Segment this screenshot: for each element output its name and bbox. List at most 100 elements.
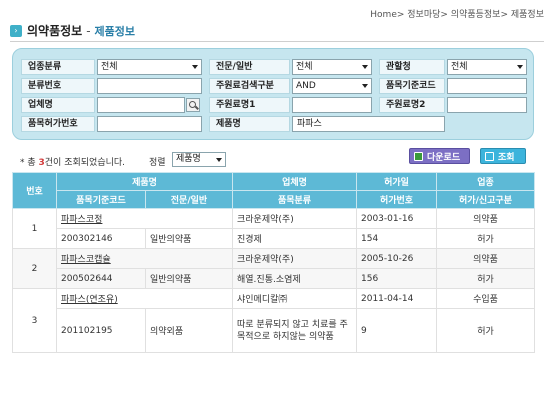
column-header-company: 업체명 <box>232 172 357 191</box>
item-code-input[interactable] <box>447 78 527 94</box>
sort-label: 정렬 <box>149 158 166 168</box>
column-header-rx-otc: 전문/일반 <box>145 190 233 209</box>
search-icon[interactable] <box>186 98 200 112</box>
industry-cell: 의약품 <box>436 208 535 229</box>
product-cell: 파파스(연조유) <box>56 288 233 309</box>
column-header-permit-no: 허가번호 <box>356 190 437 209</box>
table-row: 201102195 의약외품 따로 분류되지 않고 치료를 주목적으로 하지않는… <box>13 308 535 353</box>
date-cell: 2005-10-26 <box>356 248 437 269</box>
download-button-label: 다운로드 <box>427 152 461 163</box>
chevron-down-icon <box>192 65 198 69</box>
class-no-label: 분류번호 <box>21 78 95 94</box>
product-cell: 파파스코캡슐 <box>56 248 233 269</box>
column-header-permit-type: 허가/신고구분 <box>436 190 535 209</box>
page-title: › 의약품정보 - 제품정보 <box>10 22 135 39</box>
item-code-cell: 200302146 <box>56 228 146 249</box>
chevron-right-icon: › <box>10 24 22 37</box>
permit-type-cell: 허가 <box>436 228 535 249</box>
ingredient-mode-label: 주원료검색구분 <box>209 78 290 94</box>
column-header-product: 제품명 <box>56 172 233 191</box>
excel-icon <box>414 151 423 161</box>
permit-no-label: 품목허가번호 <box>21 116 95 132</box>
column-header-date: 허가일 <box>356 172 437 191</box>
download-button[interactable]: 다운로드 <box>409 148 470 164</box>
permit-no-input[interactable] <box>97 116 202 132</box>
sort-select[interactable]: 제품명 <box>172 152 226 167</box>
company-input[interactable] <box>97 97 185 113</box>
company-cell: 크라운제약(주) <box>232 248 357 269</box>
column-header-item-code: 품목기준코드 <box>56 190 146 209</box>
chevron-down-icon <box>362 65 368 69</box>
row-number: 2 <box>12 248 57 289</box>
industry-label: 업종분류 <box>21 59 95 75</box>
permit-no-cell: 156 <box>356 268 437 289</box>
rx-otc-cell: 일반의약품 <box>145 268 233 289</box>
rx-otc-cell: 일반의약품 <box>145 228 233 249</box>
ingredient1-input[interactable] <box>292 97 372 113</box>
table-row: 1 파파스코정 크라운제약(주) 2003-01-16 의약품 <box>12 208 535 249</box>
table-row: 200302146 일반의약품 진경제 154 허가 <box>13 228 535 249</box>
category-cell: 진경제 <box>232 228 357 249</box>
company-label: 업체명 <box>21 97 95 113</box>
search-icon-handle <box>195 105 199 110</box>
rx-otc-select[interactable]: 전체 <box>292 59 372 75</box>
search-panel: 업종분류 전체 전문/일반 전체 관할청 전체 분류번호 주원료검색구분 AND… <box>12 48 534 140</box>
product-name-input[interactable]: 파파스 <box>292 116 445 132</box>
row-number: 3 <box>12 288 57 353</box>
table-row: 2 파파스코캡슐 크라운제약(주) 2005-10-26 의약품 <box>12 248 535 289</box>
rx-otc-cell: 의약외품 <box>145 308 233 353</box>
ingredient2-input[interactable] <box>447 97 527 113</box>
authority-label: 관할청 <box>379 59 445 75</box>
table-row: 3 파파스(연조유) 샤인메디칼㈜ 2011-04-14 수입품 <box>12 288 535 353</box>
column-header-industry: 업종 <box>436 172 535 191</box>
industry-select-value: 전체 <box>101 62 118 72</box>
authority-select-value: 전체 <box>451 62 468 72</box>
industry-cell: 수입품 <box>436 288 535 309</box>
product-link[interactable]: 파파스(연조유) <box>61 295 118 305</box>
row-number: 1 <box>12 208 57 249</box>
date-cell: 2011-04-14 <box>356 288 437 309</box>
permit-type-cell: 허가 <box>436 308 535 353</box>
company-cell: 크라운제약(주) <box>232 208 357 229</box>
permit-no-cell: 9 <box>356 308 437 353</box>
product-cell: 파파스코정 <box>56 208 233 229</box>
page-title-main: 의약품정보 <box>27 24 83 38</box>
sort-select-value: 제품명 <box>176 154 201 164</box>
page-title-sub: 제품정보 <box>94 24 136 38</box>
column-header-category: 품목분류 <box>232 190 357 209</box>
rx-otc-select-value: 전체 <box>296 62 313 72</box>
ingredient1-label: 주원료명1 <box>209 97 290 113</box>
item-code-cell: 201102195 <box>56 308 146 353</box>
result-count-suffix: 건이 조회되었습니다. <box>44 158 126 168</box>
chevron-down-icon <box>362 84 368 88</box>
page-title-separator: - <box>86 23 91 38</box>
class-no-input[interactable] <box>97 78 202 94</box>
authority-select[interactable]: 전체 <box>447 59 527 75</box>
result-count-prefix: * 총 <box>20 158 39 168</box>
category-cell: 해열.진통.소염제 <box>232 268 357 289</box>
column-header-number: 번호 <box>12 172 57 209</box>
result-count: * 총 3건이 조회되었습니다. <box>20 155 125 168</box>
chevron-down-icon <box>517 65 523 69</box>
ingredient-mode-select[interactable]: AND <box>292 78 372 94</box>
search-button-label: 조회 <box>498 152 515 163</box>
product-link[interactable]: 파파스코캡슐 <box>61 255 111 265</box>
rx-otc-label: 전문/일반 <box>209 59 290 75</box>
product-link[interactable]: 파파스코정 <box>61 215 102 225</box>
breadcrumb: Home> 정보마당> 의약품등정보> 제품정보 <box>370 10 544 20</box>
item-code-label: 품목기준코드 <box>379 78 445 94</box>
results-table: 번호 제품명 업체명 허가일 업종 품목기준코드 전문/일반 품목분류 허가번호… <box>12 172 535 353</box>
chevron-down-icon <box>216 158 222 162</box>
date-cell: 2003-01-16 <box>356 208 437 229</box>
item-code-cell: 200502644 <box>56 268 146 289</box>
company-cell: 샤인메디칼㈜ <box>232 288 357 309</box>
search-button[interactable]: 조회 <box>480 148 526 164</box>
ingredient-mode-select-value: AND <box>296 81 316 91</box>
industry-cell: 의약품 <box>436 248 535 269</box>
product-name-label: 제품명 <box>209 116 290 132</box>
table-row: 200502644 일반의약품 해열.진통.소염제 156 허가 <box>13 268 535 289</box>
industry-select[interactable]: 전체 <box>97 59 202 75</box>
title-divider <box>10 41 544 42</box>
permit-type-cell: 허가 <box>436 268 535 289</box>
search-icon <box>485 151 494 161</box>
